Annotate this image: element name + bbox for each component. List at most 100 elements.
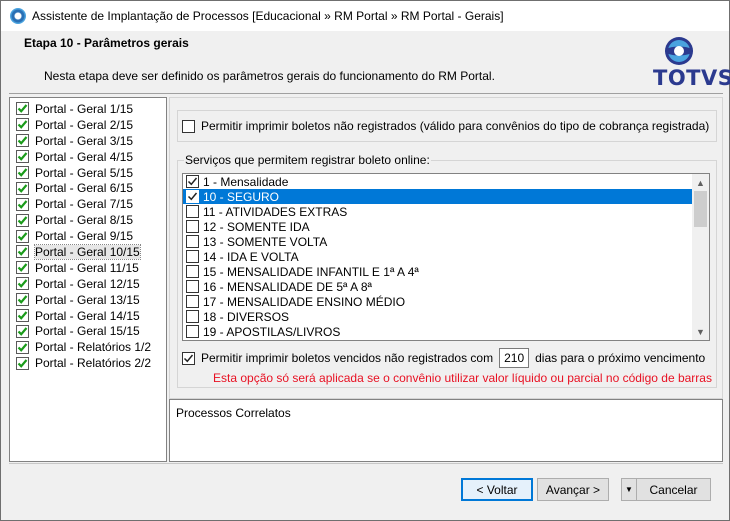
step-list[interactable]: Portal - Geral 1/15 Portal - Geral 2/15 Po…: [9, 97, 167, 462]
related-processes-title: Processos Correlatos: [176, 406, 291, 420]
print-overdue-label: Permitir imprimir boletos vencidos não r…: [201, 351, 494, 365]
step-description: Nesta etapa deve ser definido os parâmet…: [44, 69, 495, 83]
step-item[interactable]: Portal - Geral 2/15: [10, 117, 166, 133]
step-item-label: Portal - Geral 11/15: [35, 260, 139, 275]
step-item[interactable]: Portal - Relatórios 2/2: [10, 355, 166, 371]
green-check-icon: [16, 245, 35, 259]
header-panel: Etapa 10 - Parâmetros gerais Nesta etapa…: [9, 31, 730, 91]
step-item-label: Portal - Geral 5/15: [35, 165, 134, 180]
cancel-button[interactable]: Cancelar: [636, 478, 711, 501]
service-checkbox[interactable]: [186, 220, 199, 233]
service-checkbox[interactable]: [186, 205, 199, 218]
service-item-label: 12 - SOMENTE IDA: [203, 219, 310, 234]
service-checkbox[interactable]: [186, 235, 199, 248]
window-title: Assistente de Implantação de Processos […: [32, 9, 504, 23]
step-item[interactable]: Portal - Geral 7/15: [10, 196, 166, 212]
dropdown-arrow-icon: ▼: [625, 485, 633, 494]
barcode-warning: Esta opção só será aplicada se o convêni…: [213, 371, 712, 385]
service-item[interactable]: 17 - MENSALIDADE ENSINO MÉDIO: [183, 294, 709, 309]
service-checkbox[interactable]: [186, 325, 199, 338]
service-item-label: 10 - SEGURO: [203, 189, 280, 204]
step-item[interactable]: Portal - Relatórios 1/2: [10, 339, 166, 355]
green-check-icon: [16, 150, 35, 164]
back-button[interactable]: < Voltar: [461, 478, 533, 501]
step-item-label: Portal - Geral 7/15: [35, 197, 134, 212]
step-item-label: Portal - Geral 13/15: [35, 292, 140, 307]
header-separator: [9, 93, 723, 94]
step-item[interactable]: Portal - Geral 3/15: [10, 133, 166, 149]
service-checkbox[interactable]: [186, 310, 199, 323]
step-item[interactable]: Portal - Geral 8/15: [10, 212, 166, 228]
title-bar: Assistente de Implantação de Processos […: [1, 1, 729, 31]
service-checkbox[interactable]: [186, 295, 199, 308]
scroll-thumb[interactable]: [694, 191, 707, 227]
service-item[interactable]: 12 - SOMENTE IDA: [183, 219, 709, 234]
service-checkbox[interactable]: [186, 250, 199, 263]
step-item-label: Portal - Geral 14/15: [35, 308, 140, 323]
services-items: 1 - Mensalidade 10 - SEGURO 11 - ATIVIDADE…: [183, 174, 709, 339]
step-item[interactable]: Portal - Geral 10/15: [10, 243, 166, 260]
app-icon: [10, 8, 26, 24]
step-item[interactable]: Portal - Geral 13/15: [10, 292, 166, 308]
step-item-label: Portal - Geral 9/15: [35, 229, 134, 244]
step-title: Etapa 10 - Parâmetros gerais: [24, 36, 189, 50]
green-check-icon: [16, 102, 35, 116]
footer-separator: [9, 463, 723, 464]
totvs-logo: TOTVS: [643, 36, 730, 90]
step-item-label: Portal - Geral 2/15: [35, 117, 134, 132]
service-checkbox[interactable]: [186, 265, 199, 278]
service-item-label: 14 - IDA E VOLTA: [203, 249, 299, 264]
next-button[interactable]: Avançar >: [537, 478, 609, 501]
services-group-label: Serviços que permitem registrar boleto o…: [184, 153, 431, 167]
service-item-label: 19 - APOSTILAS/LIVROS: [203, 324, 341, 339]
green-check-icon: [16, 181, 35, 195]
service-item-label: 13 - SOMENTE VOLTA: [203, 234, 328, 249]
service-checkbox[interactable]: [186, 190, 199, 203]
step-item[interactable]: Portal - Geral 11/15: [10, 260, 166, 276]
step-item[interactable]: Portal - Geral 12/15: [10, 276, 166, 292]
step-item-label: Portal - Geral 8/15: [35, 213, 134, 228]
service-checkbox[interactable]: [186, 175, 199, 188]
green-check-icon: [16, 277, 35, 291]
green-check-icon: [16, 324, 35, 338]
step-item-label: Portal - Geral 15/15: [35, 324, 140, 339]
service-item[interactable]: 19 - APOSTILAS/LIVROS: [183, 324, 709, 339]
services-scrollbar[interactable]: ▲ ▼: [692, 174, 709, 340]
print-overdue-suffix: dias para o próximo vencimento: [535, 351, 706, 365]
print-unregistered-option[interactable]: Permitir imprimir boletos não registrado…: [182, 119, 709, 133]
green-check-icon: [16, 229, 35, 243]
step-item-label: Portal - Geral 6/15: [35, 181, 134, 196]
service-item[interactable]: 18 - DIVERSOS: [183, 309, 709, 324]
step-item[interactable]: Portal - Geral 14/15: [10, 308, 166, 324]
step-item[interactable]: Portal - Geral 9/15: [10, 228, 166, 244]
service-item[interactable]: 16 - MENSALIDADE DE 5ª A 8ª: [183, 279, 709, 294]
step-item[interactable]: Portal - Geral 4/15: [10, 149, 166, 165]
scroll-down-icon[interactable]: ▼: [692, 323, 709, 340]
related-processes-panel: Processos Correlatos: [169, 399, 723, 462]
print-overdue-checkbox[interactable]: [182, 351, 195, 365]
step-item[interactable]: Portal - Geral 15/15: [10, 323, 166, 339]
service-item[interactable]: 1 - Mensalidade: [183, 174, 709, 189]
step-item[interactable]: Portal - Geral 5/15: [10, 165, 166, 181]
service-item[interactable]: 11 - ATIVIDADES EXTRAS: [183, 204, 709, 219]
options-dropdown-button[interactable]: ▼: [621, 478, 637, 501]
days-input[interactable]: [499, 348, 530, 368]
service-item-label: 11 - ATIVIDADES EXTRAS: [203, 204, 348, 219]
service-item[interactable]: 14 - IDA E VOLTA: [183, 249, 709, 264]
services-list[interactable]: 1 - Mensalidade 10 - SEGURO 11 - ATIVIDADE…: [182, 173, 710, 341]
scroll-up-icon[interactable]: ▲: [692, 174, 709, 191]
step-item-label: Portal - Relatórios 1/2: [35, 340, 152, 355]
green-check-icon: [16, 166, 35, 179]
green-check-icon: [16, 340, 35, 354]
step-item-label: Portal - Geral 1/15: [35, 101, 134, 116]
step-item[interactable]: Portal - Geral 1/15: [10, 101, 166, 117]
service-item[interactable]: 15 - MENSALIDADE INFANTIL E 1ª A 4ª: [183, 264, 709, 279]
green-check-icon: [16, 197, 35, 211]
print-unregistered-checkbox[interactable]: [182, 119, 195, 133]
service-item-label: 17 - MENSALIDADE ENSINO MÉDIO: [203, 294, 406, 309]
service-item[interactable]: 13 - SOMENTE VOLTA: [183, 234, 709, 249]
service-item[interactable]: 10 - SEGURO: [183, 189, 692, 204]
step-item[interactable]: Portal - Geral 6/15: [10, 180, 166, 196]
totvs-logo-mark-icon: [665, 37, 693, 65]
service-checkbox[interactable]: [186, 280, 199, 293]
